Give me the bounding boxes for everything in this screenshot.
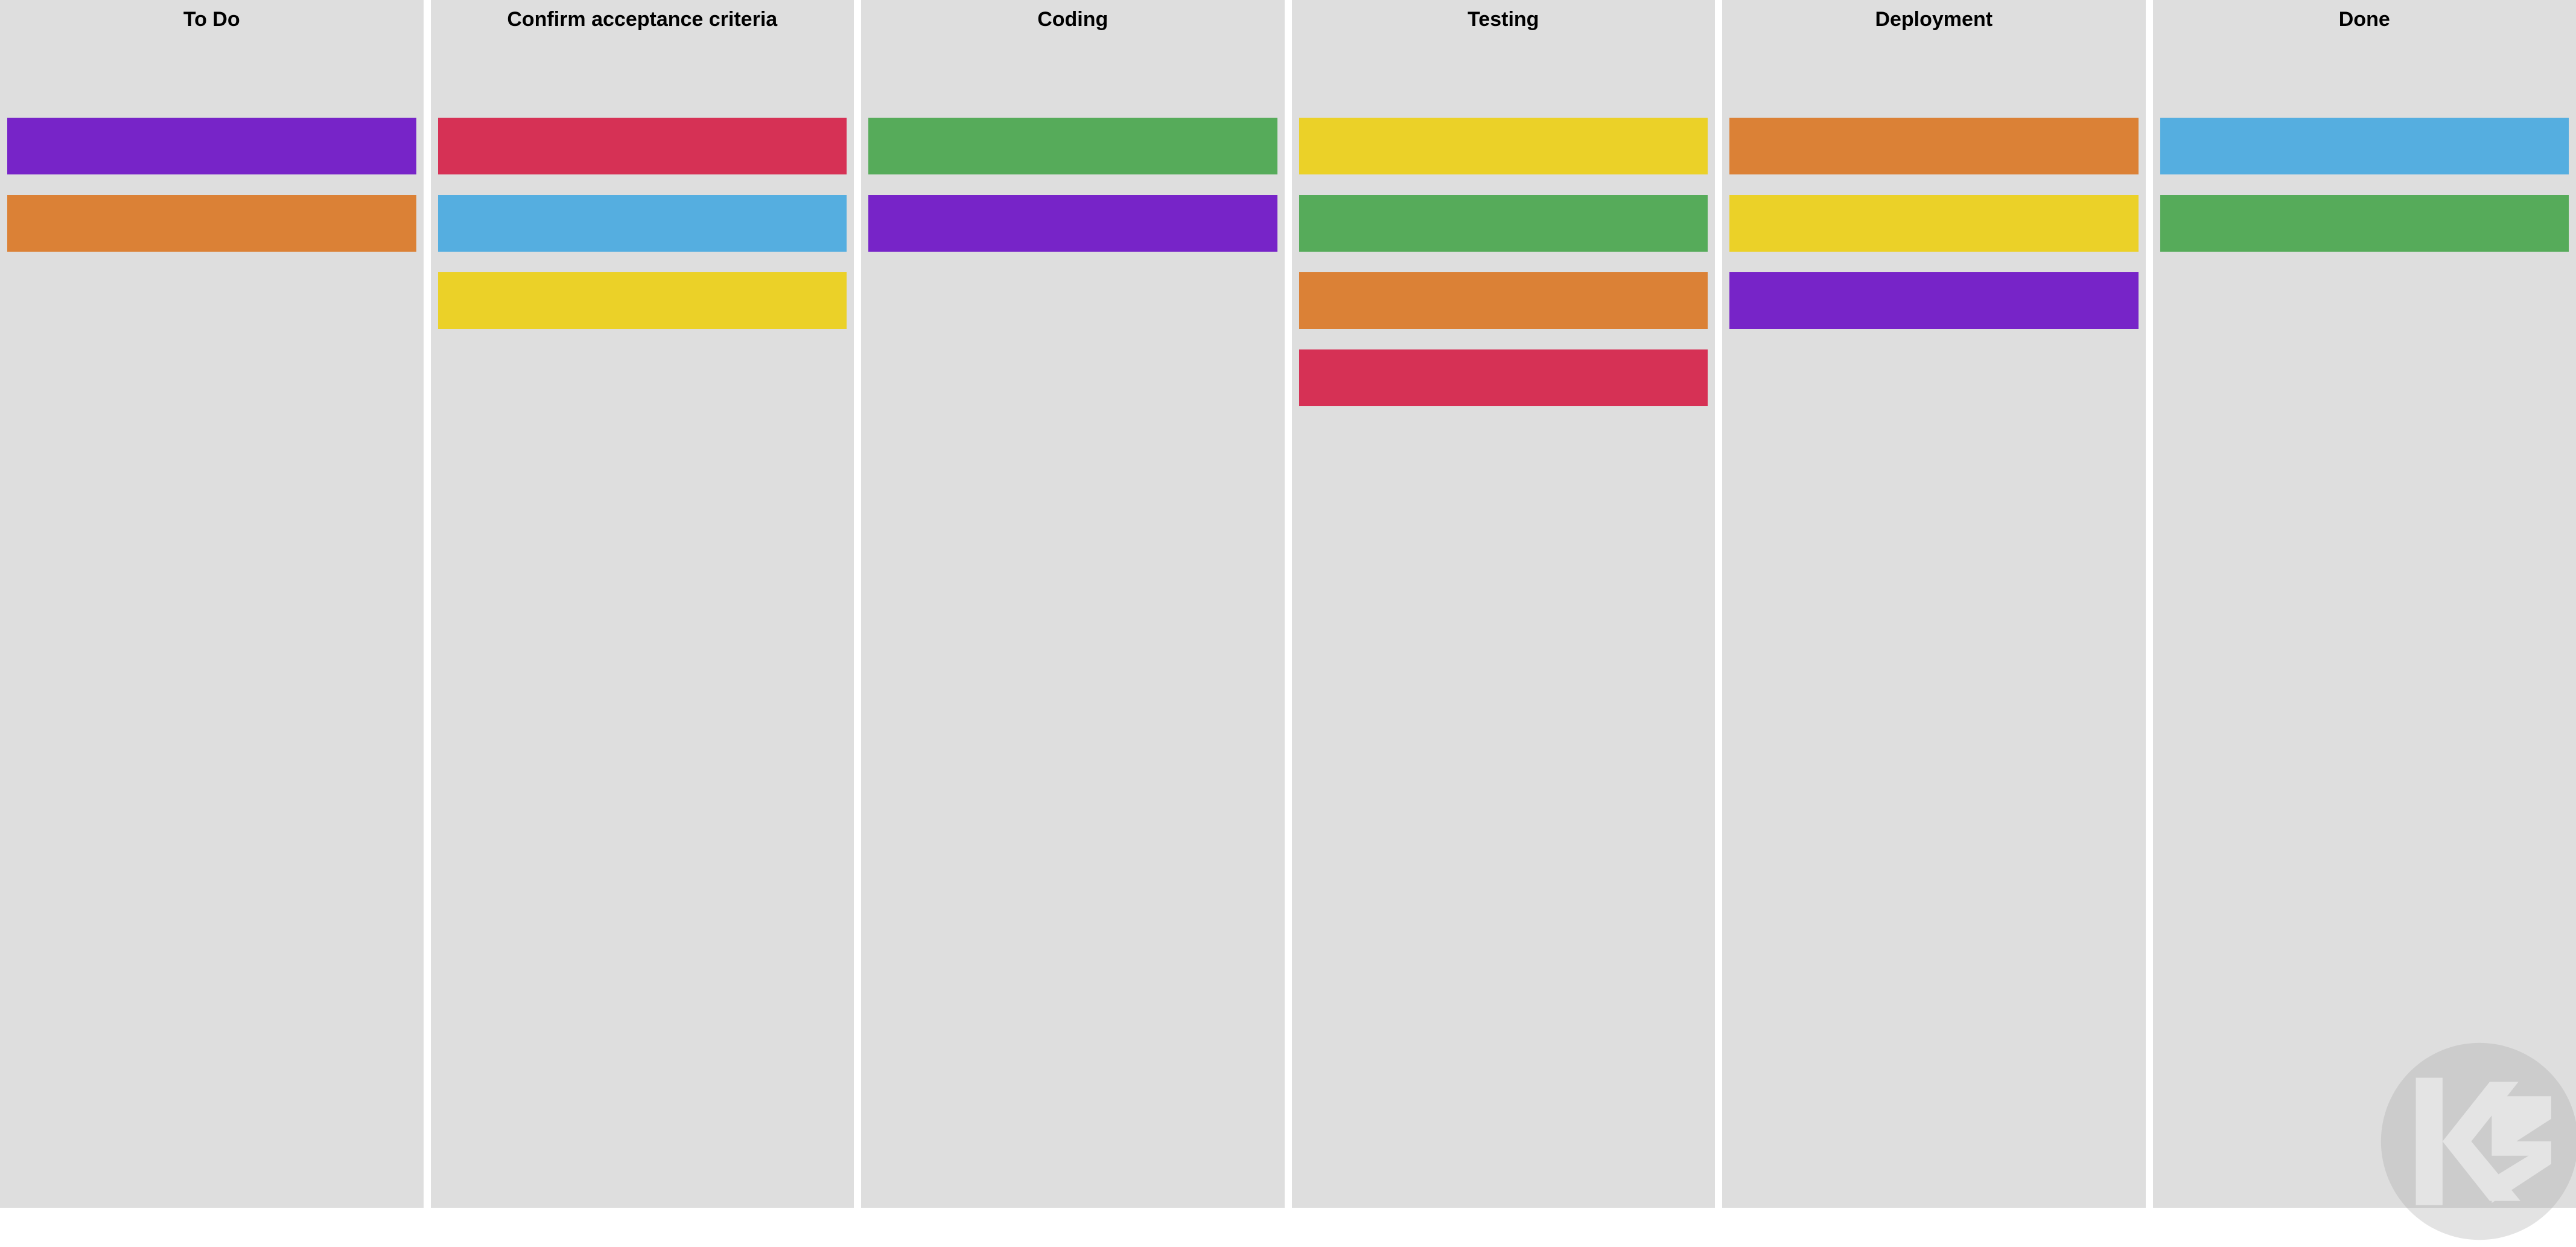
card-coding-0[interactable] [868, 118, 1277, 174]
column-coding: Coding [861, 0, 1285, 1208]
card-coding-1[interactable] [868, 195, 1277, 252]
cards-container-confirm [431, 118, 854, 329]
card-done-0[interactable] [2160, 118, 2569, 174]
column-title-testing: Testing [1299, 5, 1708, 31]
column-confirm: Confirm acceptance criteria [431, 0, 854, 1208]
kanban-board: To Do Confirm acceptance criteria Coding Te… [0, 0, 2576, 1208]
cards-container-todo [0, 118, 424, 252]
card-testing-2[interactable] [1299, 272, 1708, 329]
card-confirm-0[interactable] [438, 118, 847, 174]
card-deployment-0[interactable] [1729, 118, 2139, 174]
card-testing-0[interactable] [1299, 118, 1708, 174]
column-done: Done [2153, 0, 2576, 1208]
cards-container-coding [861, 118, 1285, 252]
card-todo-1[interactable] [7, 195, 416, 252]
card-confirm-1[interactable] [438, 195, 847, 252]
card-deployment-2[interactable] [1729, 272, 2139, 329]
column-title-coding: Coding [868, 5, 1277, 31]
cards-container-done [2153, 118, 2576, 252]
card-confirm-2[interactable] [438, 272, 847, 329]
column-title-todo: To Do [7, 5, 416, 31]
card-done-1[interactable] [2160, 195, 2569, 252]
cards-container-testing [1292, 118, 1716, 406]
cards-container-deployment [1722, 118, 2146, 329]
column-title-done: Done [2160, 5, 2569, 31]
card-testing-3[interactable] [1299, 349, 1708, 406]
card-testing-1[interactable] [1299, 195, 1708, 252]
column-title-deployment: Deployment [1729, 5, 2139, 31]
column-title-confirm: Confirm acceptance criteria [438, 5, 847, 31]
column-deployment: Deployment [1722, 0, 2146, 1208]
column-testing: Testing [1292, 0, 1716, 1208]
card-deployment-1[interactable] [1729, 195, 2139, 252]
column-todo: To Do [0, 0, 424, 1208]
card-todo-0[interactable] [7, 118, 416, 174]
